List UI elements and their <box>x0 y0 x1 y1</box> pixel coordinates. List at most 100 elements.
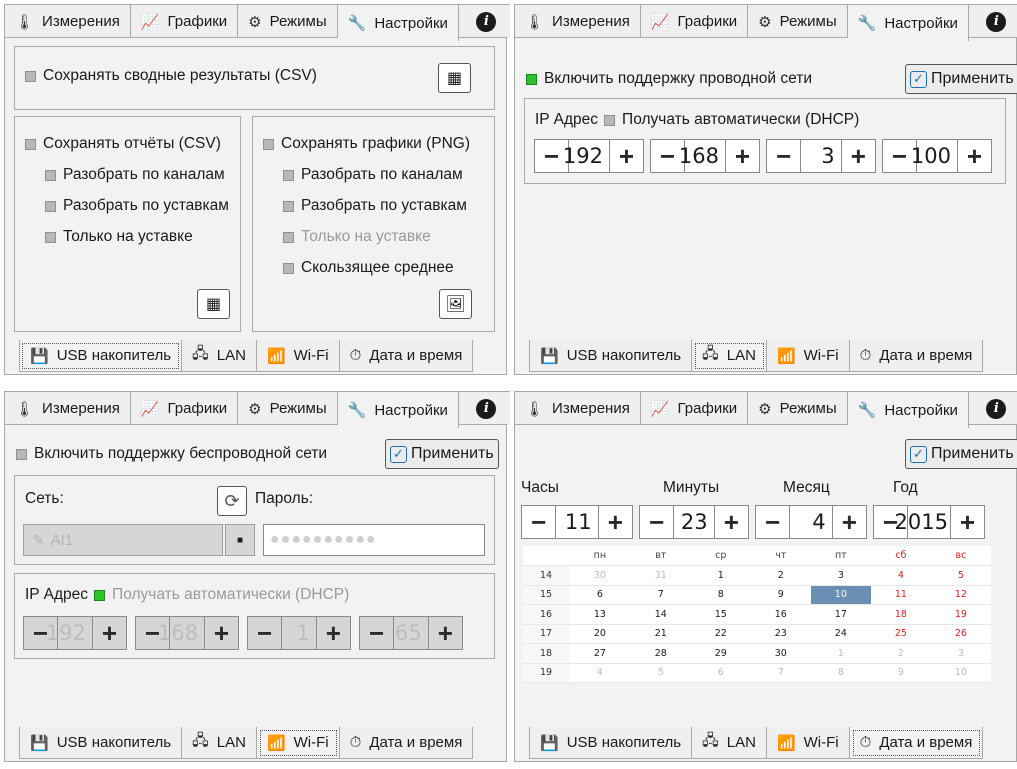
ip-octet-2-stepper[interactable]: −168 + <box>135 616 239 650</box>
calendar-day[interactable]: 1 <box>810 643 871 664</box>
year-stepper[interactable]: −2015 + <box>873 505 985 539</box>
tab-datetime[interactable]: ⏱ Дата и время <box>339 727 474 759</box>
tab-wifi[interactable]: 📶 Wi-Fi <box>256 727 340 759</box>
apply-button[interactable]: ✓ Применить <box>905 439 1017 469</box>
tab-modes[interactable]: ⚙ Режимы <box>748 391 848 425</box>
calendar-day[interactable]: 7 <box>630 585 691 605</box>
calendar-day[interactable]: 30 <box>569 565 631 586</box>
reports-checkbox[interactable]: Сохранять отчёты (CSV) <box>25 135 221 153</box>
calendar-day[interactable]: 4 <box>569 663 631 683</box>
calendar-day[interactable]: 22 <box>690 624 751 644</box>
calendar-day[interactable]: 4 <box>870 565 931 586</box>
minus-icon[interactable]: − <box>360 617 394 649</box>
summary-checkbox[interactable]: Сохранять сводные результаты (CSV) <box>25 67 317 85</box>
tab-settings[interactable]: 🔧 Настройки <box>847 391 969 428</box>
calendar-day[interactable]: 24 <box>810 624 871 644</box>
calendar-day[interactable]: 18 <box>870 604 931 625</box>
calendar-day[interactable]: 17 <box>810 604 871 625</box>
calendar-day[interactable]: 3 <box>810 565 871 586</box>
tab-settings[interactable]: 🔧 Настройки <box>337 4 459 41</box>
calendar-day[interactable]: 2 <box>750 565 811 586</box>
tab-modes[interactable]: ⚙ Режимы <box>238 4 338 38</box>
tab-modes[interactable]: ⚙ Режимы <box>748 4 848 38</box>
calendar-day[interactable]: 27 <box>569 643 631 664</box>
enable-lan-checkbox[interactable]: Включить поддержку проводной сети <box>526 70 812 88</box>
tab-graphs[interactable]: 📈 Графики <box>640 391 749 425</box>
tab-datetime[interactable]: ⏱ Дата и время <box>339 340 474 372</box>
calendar-day[interactable]: 10 <box>810 585 871 605</box>
tab-measurements[interactable]: 🌡 Измерения <box>514 391 641 425</box>
calendar-day[interactable]: 19 <box>930 604 991 625</box>
plus-icon[interactable]: + <box>598 506 632 538</box>
tab-usb[interactable]: 💾 USB накопитель <box>19 727 183 759</box>
tab-lan[interactable]: 🖧 LAN <box>692 340 767 372</box>
tab-measurements[interactable]: 🌡 Измерения <box>4 4 131 38</box>
graphs-checkbox[interactable]: Сохранять графики (PNG) <box>263 135 470 153</box>
calendar-day[interactable]: 30 <box>750 643 811 664</box>
calendar-day[interactable]: 6 <box>690 663 751 683</box>
apply-button[interactable]: ✓ Применить <box>905 64 1017 94</box>
graphs-only-setpoint-checkbox[interactable]: Только на уставке <box>283 228 431 246</box>
calendar-day[interactable]: 21 <box>630 624 691 644</box>
password-field[interactable]: ●●●●●●●●●● <box>263 524 485 556</box>
calendar-day[interactable]: 12 <box>930 585 991 605</box>
minutes-stepper[interactable]: −23 + <box>639 505 749 539</box>
ip-octet-4-stepper[interactable]: −100 + <box>882 139 992 173</box>
tab-info[interactable]: i <box>458 4 515 38</box>
graphs-by-setpoint-checkbox[interactable]: Разобрать по уставкам <box>283 197 467 215</box>
reports-by-setpoint-checkbox[interactable]: Разобрать по уставкам <box>45 197 229 215</box>
refresh-networks-button[interactable]: ⟳ <box>217 486 247 516</box>
tab-info[interactable]: i <box>968 4 1017 38</box>
calendar-day[interactable]: 5 <box>930 565 991 586</box>
tab-settings[interactable]: 🔧 Настройки <box>337 391 459 428</box>
calendar-day[interactable]: 16 <box>750 604 811 625</box>
calendar-day[interactable]: 25 <box>870 624 931 644</box>
dhcp-checkbox[interactable] <box>94 589 106 601</box>
calendar-day[interactable]: 3 <box>930 643 991 664</box>
tab-wifi[interactable]: 📶 Wi-Fi <box>766 340 850 372</box>
month-stepper[interactable]: −4 + <box>755 505 867 539</box>
tab-measurements[interactable]: 🌡 Измерения <box>4 391 131 425</box>
calendar-day[interactable]: 15 <box>690 604 751 625</box>
minus-icon[interactable]: − <box>640 506 674 538</box>
plus-icon[interactable]: + <box>610 140 643 172</box>
minus-icon[interactable]: − <box>248 617 282 649</box>
tab-usb[interactable]: 💾 USB накопитель <box>529 340 693 372</box>
tab-graphs[interactable]: 📈 Графики <box>640 4 749 38</box>
calendar-day[interactable]: 5 <box>630 663 691 683</box>
tab-wifi[interactable]: 📶 Wi-Fi <box>766 727 850 759</box>
plus-icon[interactable]: + <box>714 506 748 538</box>
plus-icon[interactable]: + <box>951 506 984 538</box>
minus-icon[interactable]: − <box>767 140 801 172</box>
tab-datetime[interactable]: ⏱ Дата и время <box>849 340 984 372</box>
calendar-day[interactable]: 11 <box>870 585 931 605</box>
tab-modes[interactable]: ⚙ Режимы <box>238 391 338 425</box>
calendar-day[interactable]: 7 <box>750 663 811 683</box>
plus-icon[interactable]: + <box>958 140 991 172</box>
plus-icon[interactable]: + <box>428 617 463 649</box>
tab-graphs[interactable]: 📈 Графики <box>130 391 239 425</box>
tab-wifi[interactable]: 📶 Wi-Fi <box>256 340 340 372</box>
tab-measurements[interactable]: 🌡 Измерения <box>514 4 641 38</box>
reports-by-channel-checkbox[interactable]: Разобрать по каналам <box>45 166 225 184</box>
calendar-day[interactable]: 8 <box>810 663 871 683</box>
minus-icon[interactable]: − <box>522 506 556 538</box>
tab-usb[interactable]: 💾 USB накопитель <box>19 340 183 372</box>
enable-wifi-checkbox[interactable]: Включить поддержку беспроводной сети <box>16 445 327 463</box>
save-graphs-button[interactable]: 🖼 <box>439 289 472 319</box>
plus-icon[interactable]: + <box>726 140 759 172</box>
calendar-day[interactable]: 13 <box>569 604 631 625</box>
minus-icon[interactable]: − <box>756 506 790 538</box>
tab-usb[interactable]: 💾 USB накопитель <box>529 727 693 759</box>
tab-lan[interactable]: 🖧 LAN <box>692 727 767 759</box>
save-reports-button[interactable]: ▦ <box>197 289 230 319</box>
plus-icon[interactable]: + <box>832 506 866 538</box>
calendar-day[interactable]: 28 <box>630 643 691 664</box>
ip-octet-3-stepper[interactable]: −3 + <box>766 139 876 173</box>
reports-only-setpoint-checkbox[interactable]: Только на уставке <box>45 228 193 246</box>
tab-info[interactable]: i <box>458 391 515 425</box>
calendar-day[interactable]: 26 <box>930 624 991 644</box>
plus-icon[interactable]: + <box>205 617 238 649</box>
calendar-day[interactable]: 29 <box>690 643 751 664</box>
plus-icon[interactable]: + <box>93 617 126 649</box>
